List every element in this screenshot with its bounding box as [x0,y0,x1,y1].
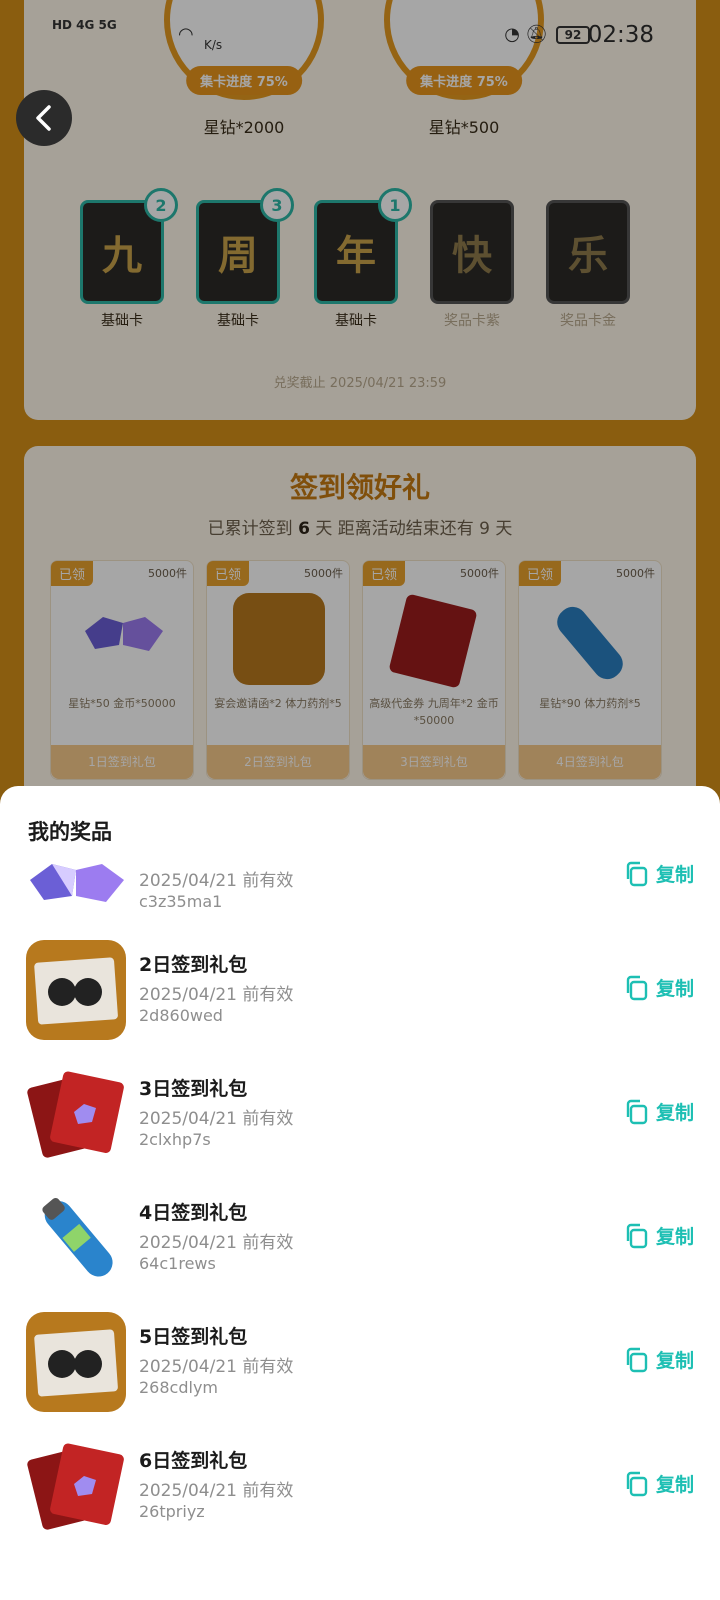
copy-button[interactable]: 复制 [624,860,694,887]
clock: 02:38 [587,22,654,48]
prize-title: 2日签到礼包 [139,954,248,976]
invitation-icon [26,1312,126,1412]
prize-item: 2025/04/21 前有效 c3z35ma1 复制 [0,846,720,952]
prize-code: 268cdlym [139,1378,218,1397]
copy-label: 复制 [655,1474,694,1496]
copy-label: 复制 [655,1102,694,1124]
prize-expiry: 2025/04/21 前有效 [139,1357,294,1377]
gem-icon [30,864,124,902]
copy-icon [626,975,648,1000]
sheet-title: 我的奖品 [28,820,112,844]
prize-title: 6日签到礼包 [139,1450,248,1472]
prize-item: 3日签到礼包 2025/04/21 前有效 2clxhp7s 复制 [0,1064,720,1190]
prize-item: 2日签到礼包 2025/04/21 前有效 2d860wed 复制 [0,940,720,1066]
copy-button[interactable]: 复制 [624,1098,694,1125]
back-button[interactable] [16,90,72,146]
net-speed: K/s [204,38,223,52]
copy-label: 复制 [655,1226,694,1248]
copy-icon [626,861,648,886]
copy-label: 复制 [655,978,694,1000]
prize-code: 2d860wed [139,1006,223,1025]
prize-expiry: 2025/04/21 前有效 [139,1481,294,1501]
prize-code: 26tpriyz [139,1502,205,1521]
voucher-icon [27,1443,124,1530]
my-prizes-sheet: 我的奖品 2025/04/21 前有效 c3z35ma1 复制 2日签到礼包 2… [0,786,720,1600]
prize-item: 5日签到礼包 2025/04/21 前有效 268cdlym 复制 [0,1312,720,1438]
voucher-icon [27,1071,124,1158]
prize-title: 4日签到礼包 [139,1202,248,1224]
copy-label: 复制 [655,864,694,886]
prize-expiry: 2025/04/21 前有效 [139,1109,294,1129]
prize-expiry: 2025/04/21 前有效 [139,1233,294,1253]
copy-icon [626,1471,648,1496]
chevron-left-icon [36,105,51,131]
mute-icon: 🔕︎ [525,24,548,45]
status-bar: HD 4G 5G ◠ K/s ◔ 🔕︎ 92 02:38 [0,0,720,72]
prize-item: 4日签到礼包 2025/04/21 前有效 64c1rews 复制 [0,1188,720,1314]
copy-label: 复制 [655,1350,694,1372]
copy-icon [626,1099,648,1124]
network-indicator: HD 4G 5G [52,18,117,32]
copy-button[interactable]: 复制 [624,1222,694,1249]
potion-icon [42,1197,113,1277]
copy-button[interactable]: 复制 [624,1470,694,1497]
prize-code: c3z35ma1 [139,892,223,911]
prize-code: 64c1rews [139,1254,216,1273]
battery-indicator: 92 [556,26,590,44]
prize-title: 3日签到礼包 [139,1078,248,1100]
prize-code: 2clxhp7s [139,1130,211,1149]
prize-title: 5日签到礼包 [139,1326,248,1348]
prize-list[interactable]: 2025/04/21 前有效 c3z35ma1 复制 2日签到礼包 2025/0… [0,846,720,1600]
wifi-icon: ◠ [178,24,194,45]
invitation-icon [26,940,126,1040]
copy-icon [626,1347,648,1372]
copy-icon [626,1223,648,1248]
copy-button[interactable]: 复制 [624,1346,694,1373]
prize-expiry: 2025/04/21 前有效 [139,871,294,891]
prize-item: 6日签到礼包 2025/04/21 前有效 26tpriyz 复制 [0,1436,720,1562]
copy-button[interactable]: 复制 [624,974,694,1001]
alarm-icon: ◔ [504,24,520,45]
prize-expiry: 2025/04/21 前有效 [139,985,294,1005]
